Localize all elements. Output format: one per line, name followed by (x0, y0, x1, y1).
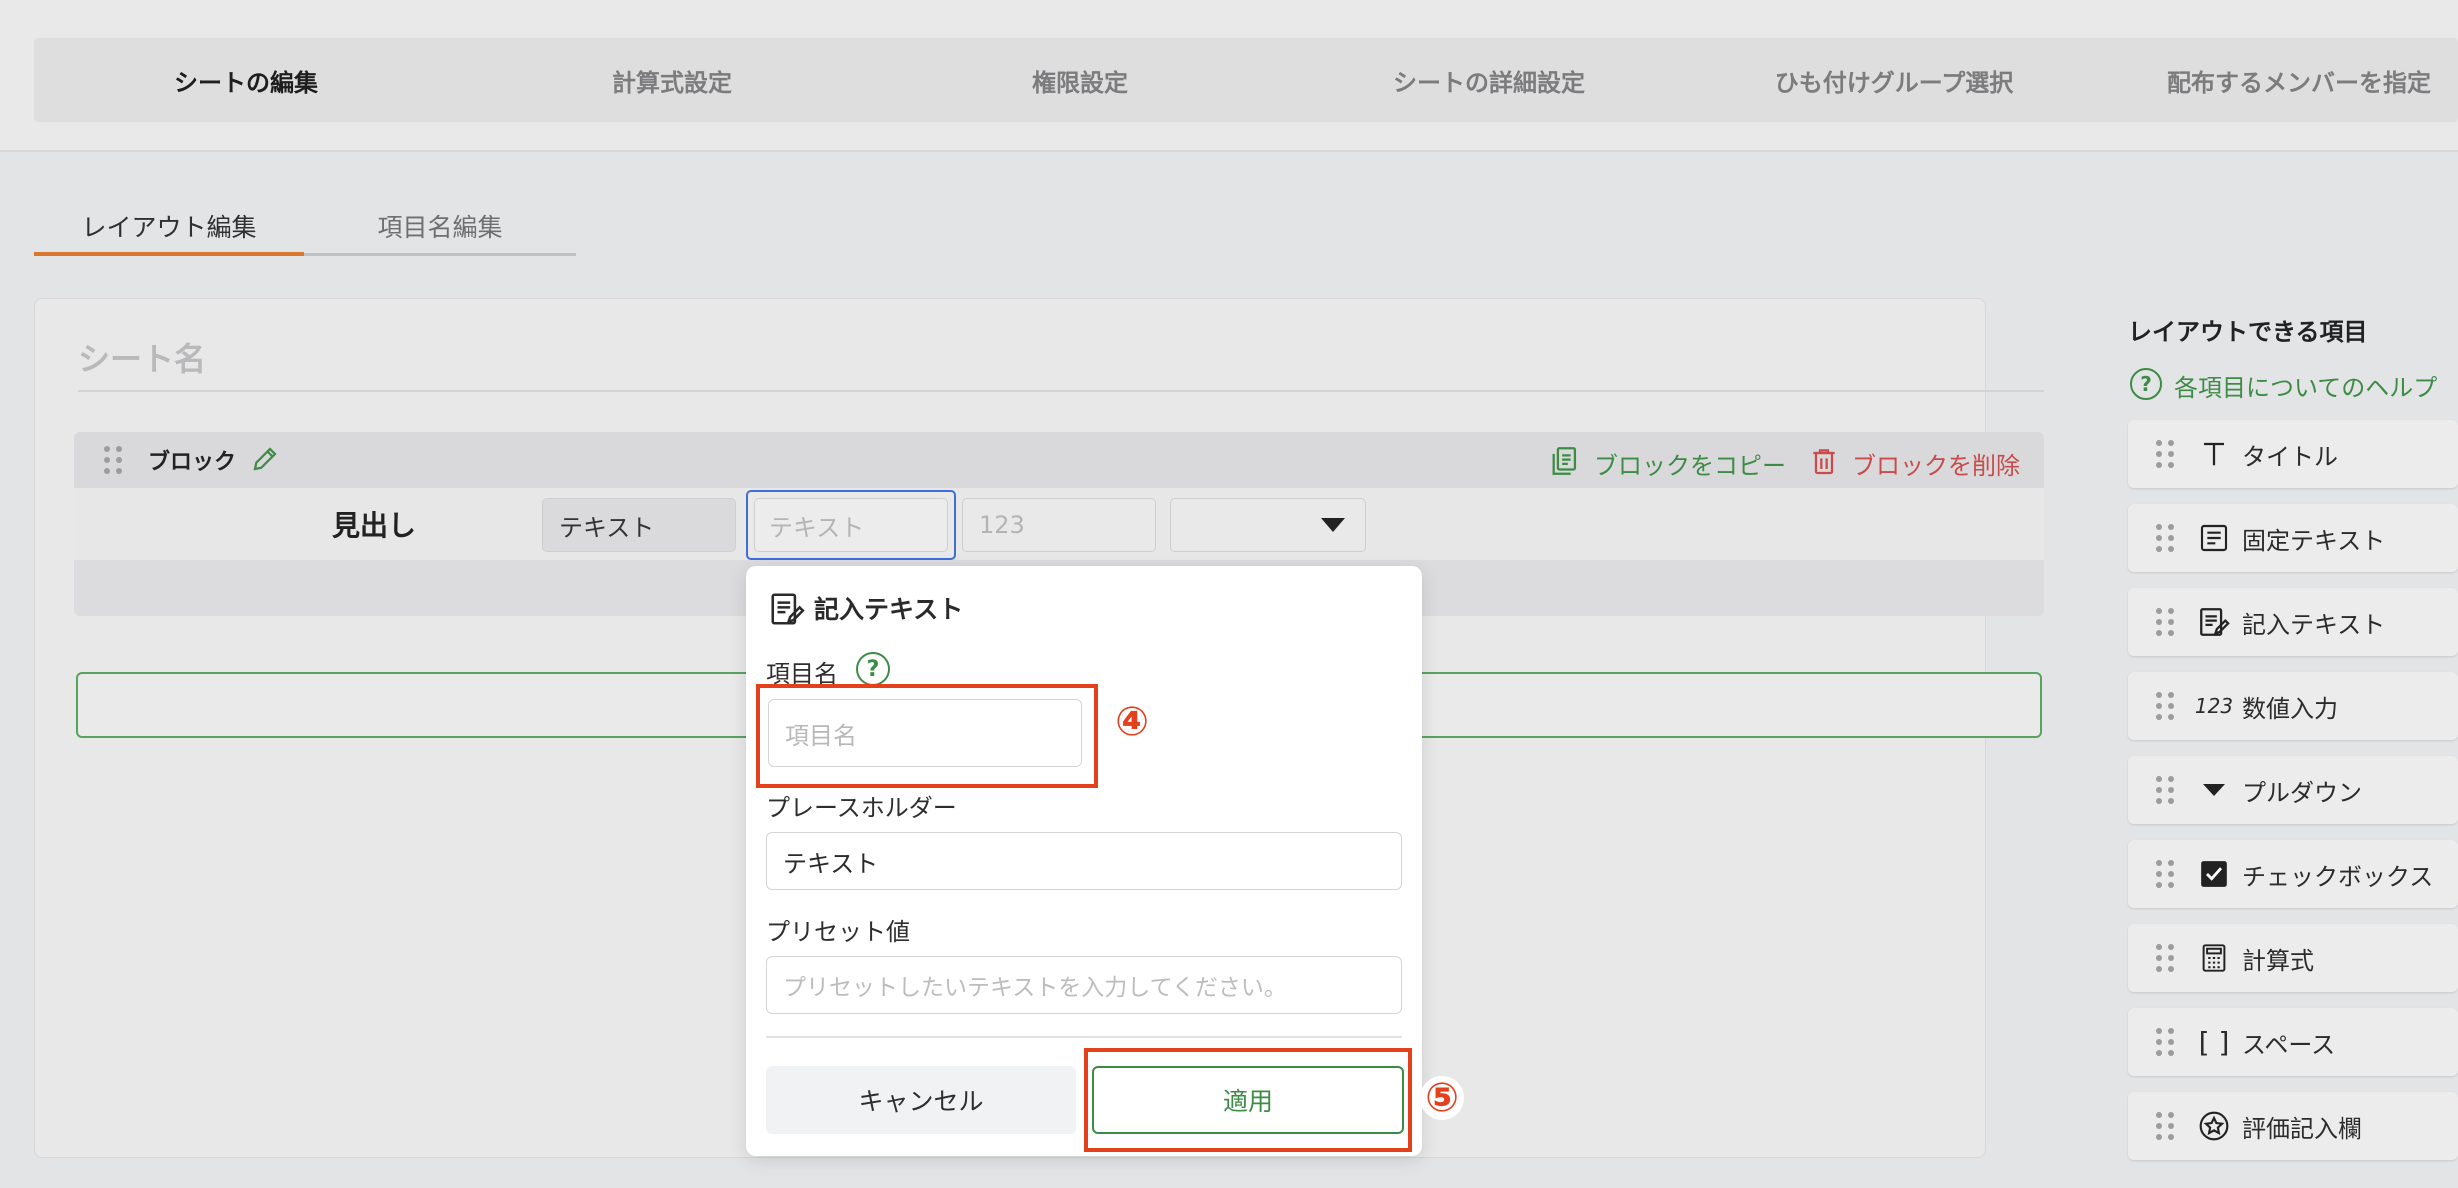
drag-handle[interactable] (2156, 1028, 2174, 1056)
sidebar-item-fixed-text[interactable]: 固定テキスト (2128, 504, 2458, 572)
number-icon: 123 (2194, 694, 2234, 718)
input-text-icon (768, 590, 806, 628)
tab-layout-edit[interactable]: レイアウト編集 (34, 196, 304, 256)
drag-handle[interactable] (2156, 608, 2174, 636)
fixed-text-icon (2196, 520, 2232, 556)
copy-icon[interactable] (1548, 444, 1582, 478)
sidebar-item-label: タイトル (2242, 442, 2338, 471)
sidebar-item-number[interactable]: 123 数値入力 (2128, 672, 2458, 740)
dropdown-cell[interactable] (1170, 498, 1366, 552)
dropdown-icon (2196, 772, 2232, 808)
tab-label: 項目名編集 (377, 213, 503, 242)
sidebar-item-checkbox[interactable]: チェックボックス (2128, 840, 2458, 908)
text-cell-value: テキスト (559, 513, 655, 542)
sidebar-title: レイアウトできる項目 (2128, 318, 2368, 346)
step-label: 配布するメンバーを指定 (2167, 68, 2431, 97)
sidebar-item-label: 評価記入欄 (2242, 1114, 2362, 1143)
item-name-input[interactable]: 項目名 (768, 699, 1082, 767)
step-sheet-edit[interactable]: シートの編集 (40, 38, 452, 122)
row-heading: 見出し (332, 509, 417, 542)
sheet-name-input[interactable]: シート名 (78, 334, 2044, 392)
drag-handle[interactable] (2156, 692, 2174, 720)
sidebar-help-link[interactable]: 各項目についてのヘルプ (2174, 368, 2437, 403)
sidebar-item-space[interactable]: [ ] スペース (2128, 1008, 2458, 1076)
space-icon: [ ] (2198, 1025, 2230, 1059)
step-distribute-members[interactable]: 配布するメンバーを指定 (2094, 38, 2458, 122)
sidebar-item-label: 数値入力 (2242, 694, 2338, 723)
rating-icon (2196, 1108, 2232, 1144)
preset-input[interactable]: プリセットしたいテキストを入力してください。 (766, 956, 1402, 1014)
step-label: シートの編集 (174, 68, 318, 97)
sidebar-item-label: プルダウン (2242, 778, 2362, 807)
text-cell[interactable]: テキスト (542, 498, 736, 552)
number-cell[interactable]: 123 (962, 498, 1156, 552)
step-label: ひも付けグループ選択 (1774, 68, 2014, 97)
popover-title: 記入テキスト (814, 595, 964, 624)
tab-divider (304, 253, 576, 256)
sidebar-item-label: チェックボックス (2242, 862, 2434, 891)
help-circle-icon[interactable]: ? (2130, 368, 2162, 400)
step-label: 権限設定 (1032, 68, 1128, 97)
sidebar-item-dropdown[interactable]: プルダウン (2128, 756, 2458, 824)
annotation-marker-4: ④ (1110, 700, 1154, 744)
block-header: ブロック ブロックをコピー ブロックを削除 (74, 432, 2044, 488)
popover-divider (766, 1036, 1402, 1038)
drag-handle[interactable] (2156, 860, 2174, 888)
block-drag-handle[interactable] (104, 446, 122, 474)
tab-label: レイアウト編集 (81, 213, 257, 242)
step-label: シートの詳細設定 (1393, 68, 1585, 97)
pencil-icon[interactable] (250, 444, 280, 474)
placeholder-input[interactable]: テキスト (766, 832, 1402, 890)
preset-label: プリセット値 (766, 918, 910, 946)
tab-item-name-edit[interactable]: 項目名編集 (304, 196, 576, 256)
input-text-settings-popover: 記入テキスト 項目名 ? 項目名 ④ プレースホルダー テキスト プリセット値 … (746, 566, 1422, 1156)
preset-placeholder: プリセットしたいテキストを入力してください。 (783, 975, 1287, 1001)
number-cell-placeholder: 123 (979, 511, 1025, 539)
drag-handle[interactable] (2156, 524, 2174, 552)
drag-handle[interactable] (2156, 944, 2174, 972)
annotation-marker-5: ⑤ (1420, 1076, 1464, 1120)
sidebar-item-input-text[interactable]: 記入テキスト (2128, 588, 2458, 656)
sheet-name-placeholder: シート名 (78, 340, 207, 378)
title-icon (2196, 436, 2232, 472)
cancel-button[interactable]: キャンセル (766, 1066, 1076, 1134)
sidebar-item-formula[interactable]: 計算式 (2128, 924, 2458, 992)
sidebar-item-rating[interactable]: 評価記入欄 (2128, 1092, 2458, 1160)
sidebar-item-title[interactable]: タイトル (2128, 420, 2458, 488)
apply-button[interactable]: 適用 (1092, 1066, 1404, 1134)
item-name-placeholder: 項目名 (785, 721, 857, 750)
caret-down-icon (1321, 518, 1345, 532)
block-delete-button[interactable]: ブロックを削除 (1852, 446, 2020, 481)
block-title: ブロック (148, 450, 237, 475)
placeholder-value: テキスト (783, 849, 879, 878)
drag-handle[interactable] (2156, 440, 2174, 468)
help-icon[interactable]: ? (856, 652, 890, 686)
sidebar-item-label: 計算式 (2242, 946, 2314, 975)
checkbox-icon (2196, 856, 2232, 892)
drag-handle[interactable] (2156, 1112, 2174, 1140)
step-permission[interactable]: 権限設定 (880, 38, 1280, 122)
block-copy-button[interactable]: ブロックをコピー (1594, 446, 1786, 481)
step-bar-track: シートの編集 計算式設定 権限設定 シートの詳細設定 ひも付けグループ選択 配布… (34, 38, 2458, 122)
input-text-icon (2196, 604, 2232, 640)
active-tab-indicator (34, 252, 304, 256)
step-bar: シートの編集 計算式設定 権限設定 シートの詳細設定 ひも付けグループ選択 配布… (0, 0, 2458, 152)
step-formula[interactable]: 計算式設定 (472, 38, 872, 122)
input-text-placeholder: テキスト (754, 498, 948, 552)
step-group-select[interactable]: ひも付けグループ選択 (1684, 38, 2104, 122)
sidebar-item-label: 記入テキスト (2242, 610, 2386, 639)
calculator-icon (2196, 940, 2232, 976)
sidebar-item-label: 固定テキスト (2242, 526, 2386, 555)
trash-icon[interactable] (1808, 444, 1840, 478)
step-sheet-detail[interactable]: シートの詳細設定 (1284, 38, 1694, 122)
step-label: 計算式設定 (612, 68, 732, 97)
sidebar-item-label: スペース (2242, 1030, 2336, 1059)
placeholder-label: プレースホルダー (766, 794, 957, 822)
drag-handle[interactable] (2156, 776, 2174, 804)
input-text-cell-selected[interactable]: テキスト (746, 490, 956, 560)
